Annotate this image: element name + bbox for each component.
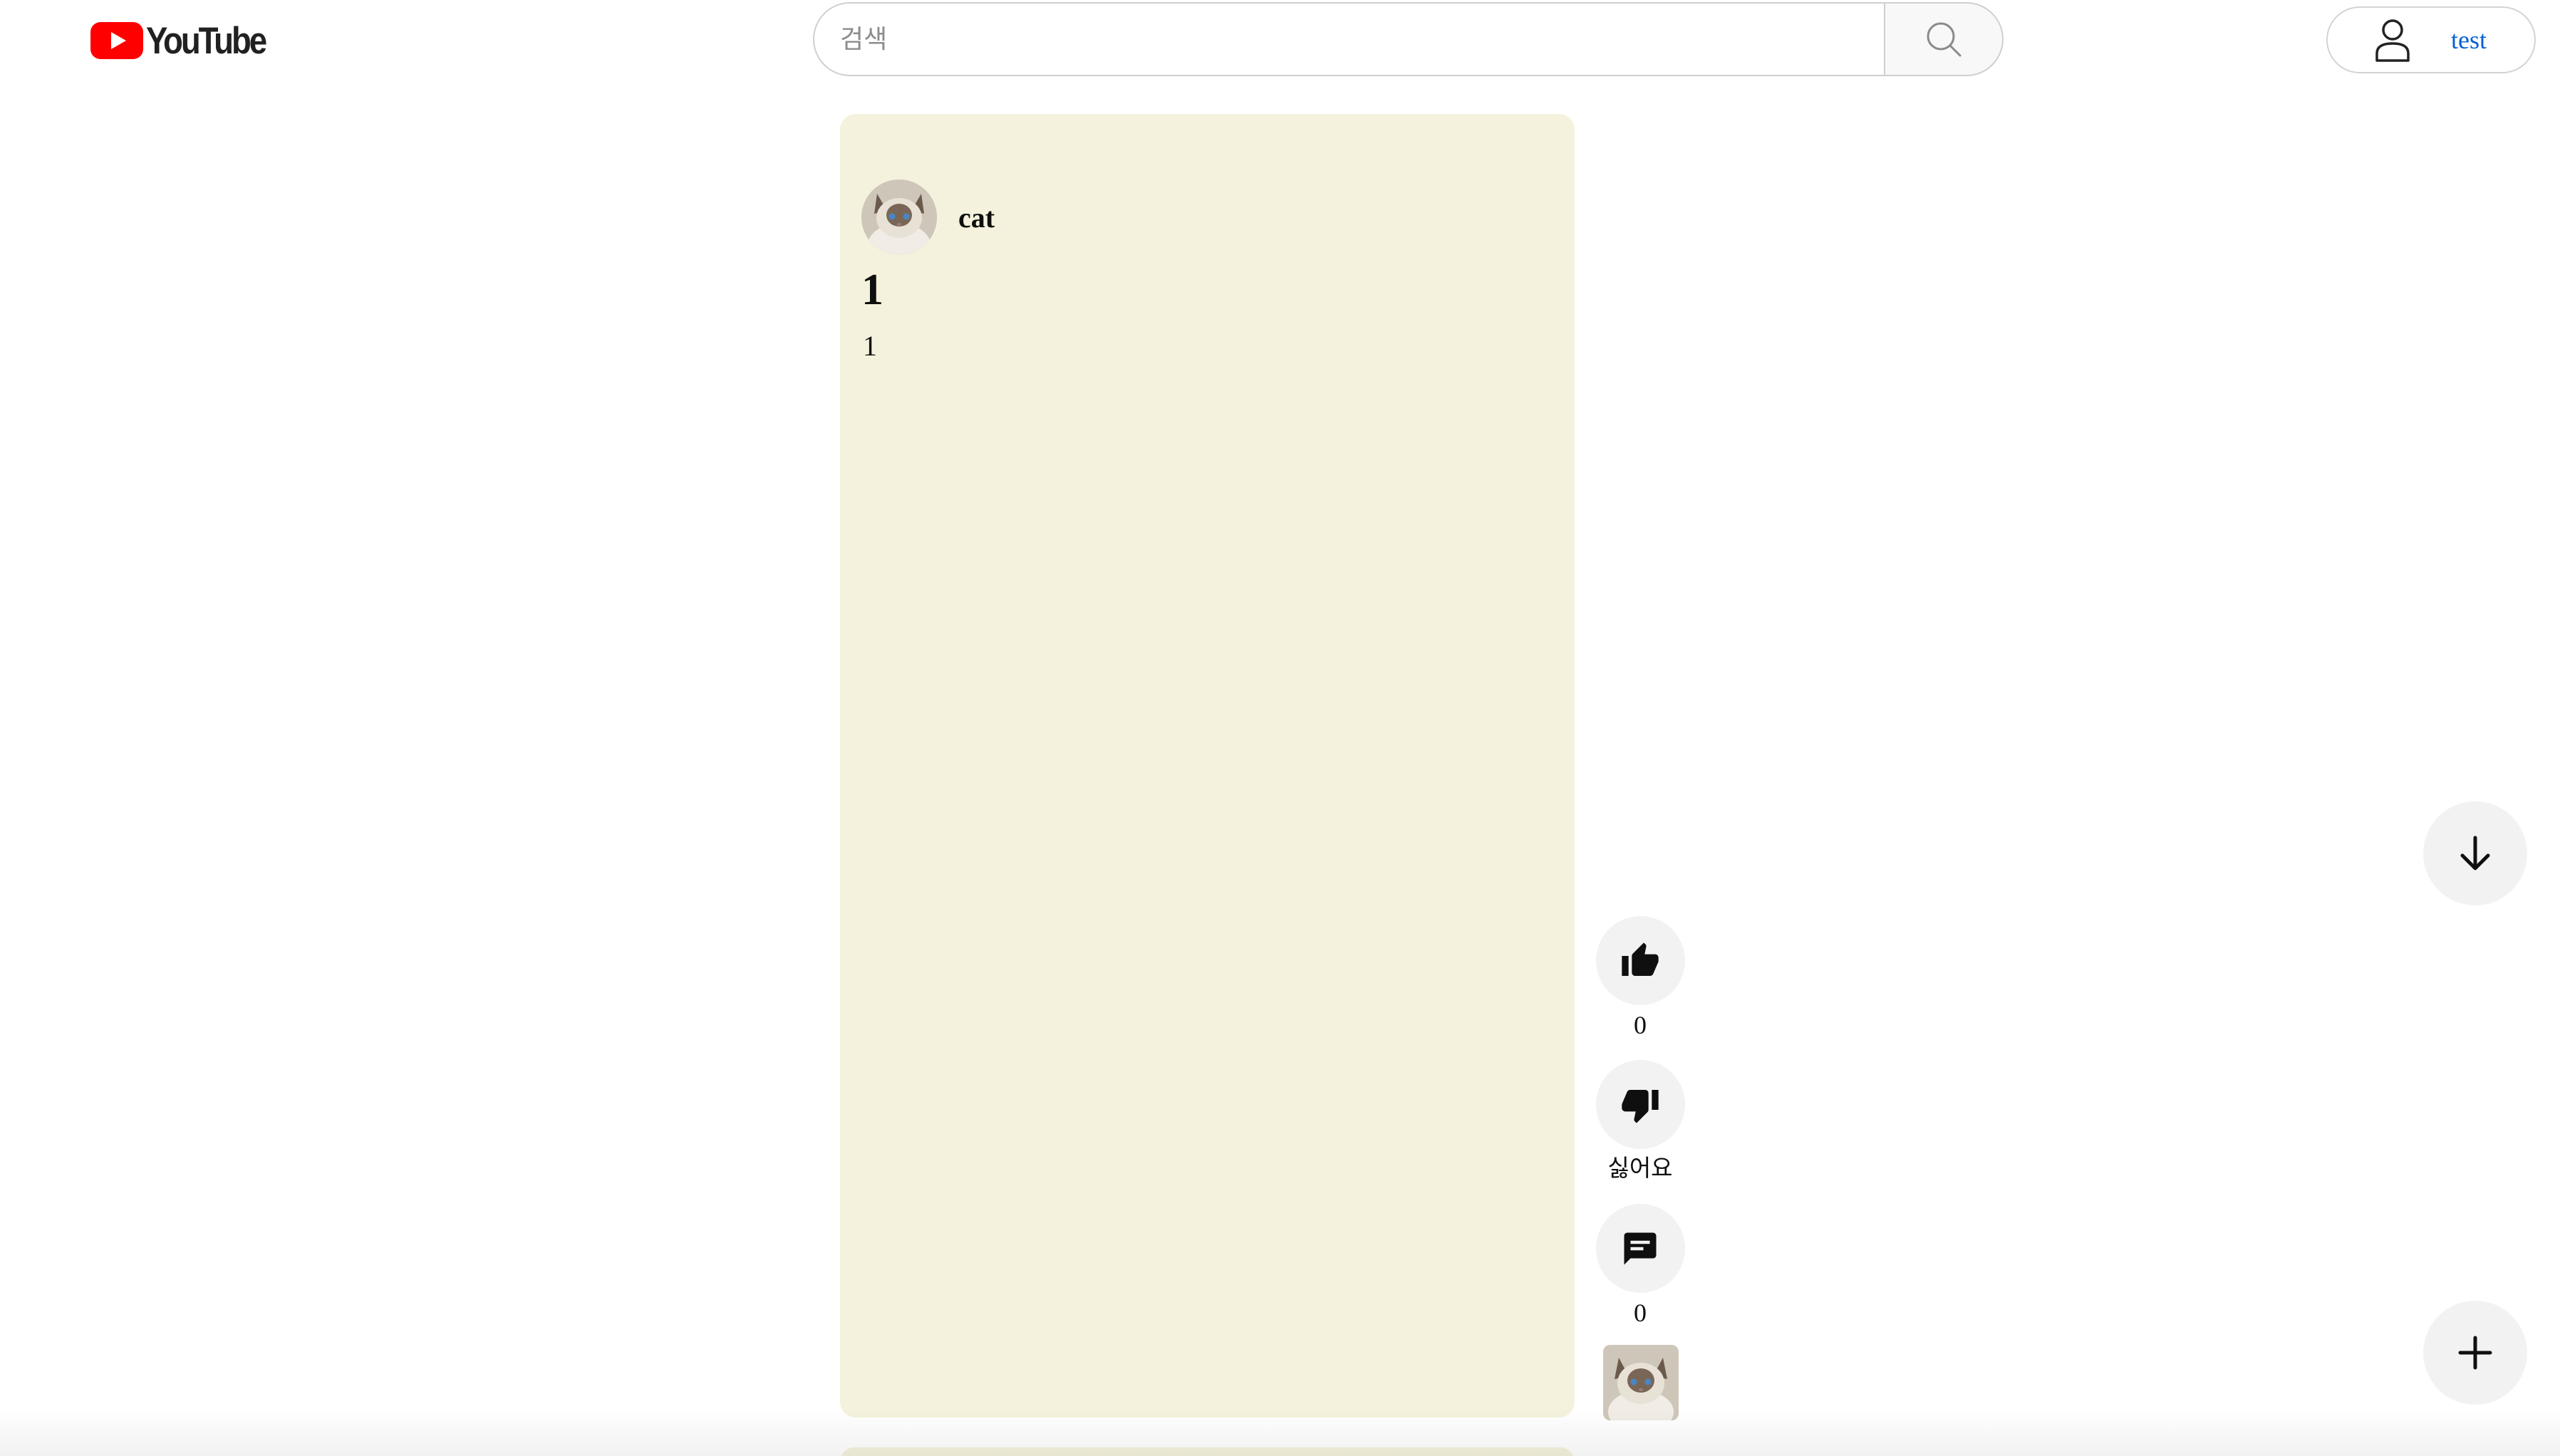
short-player[interactable]: cat 1 1 [840, 114, 1575, 1418]
comment-icon [1624, 1232, 1657, 1264]
shorts-page: YouTube test [0, 0, 2560, 1456]
account-button[interactable]: test [2326, 6, 2536, 73]
account-name: test [2451, 26, 2487, 54]
comment-button[interactable] [1595, 1204, 1685, 1293]
comment-action: 0 [1590, 1204, 1690, 1326]
logo-wordmark: YouTube [146, 19, 267, 62]
person-icon [2375, 19, 2410, 62]
search-button[interactable] [1884, 2, 2004, 76]
create-button[interactable] [2423, 1301, 2527, 1405]
next-short-preview [840, 1447, 1575, 1456]
comment-count: 0 [1634, 1299, 1647, 1327]
dislike-action: 싫어요 [1590, 1060, 1690, 1180]
channel-avatar[interactable] [861, 180, 937, 255]
search-icon [1927, 22, 1962, 57]
search-input[interactable] [813, 2, 1884, 76]
like-count: 0 [1634, 1011, 1647, 1039]
dislike-label: 싫어요 [1607, 1154, 1673, 1182]
like-button[interactable] [1595, 916, 1685, 1005]
channel-info: cat [861, 180, 995, 255]
search-bar [813, 2, 2004, 76]
youtube-logo[interactable]: YouTube [90, 19, 284, 62]
plus-icon [2458, 1336, 2492, 1370]
youtube-play-icon [90, 22, 143, 59]
short-title: 1 [861, 266, 883, 314]
like-action: 0 [1590, 916, 1690, 1038]
cat-thumbnail-image [1603, 1345, 1679, 1420]
next-short-button[interactable] [2423, 801, 2527, 905]
arrow-down-icon [2460, 836, 2490, 870]
cat-avatar-image [861, 180, 937, 255]
thumbs-up-icon [1622, 942, 1659, 976]
thumbs-down-icon [1622, 1089, 1659, 1123]
channel-thumbnail[interactable] [1603, 1345, 1679, 1420]
short-description: 1 [863, 330, 877, 362]
dislike-button[interactable] [1595, 1060, 1685, 1149]
channel-name[interactable]: cat [958, 201, 995, 234]
